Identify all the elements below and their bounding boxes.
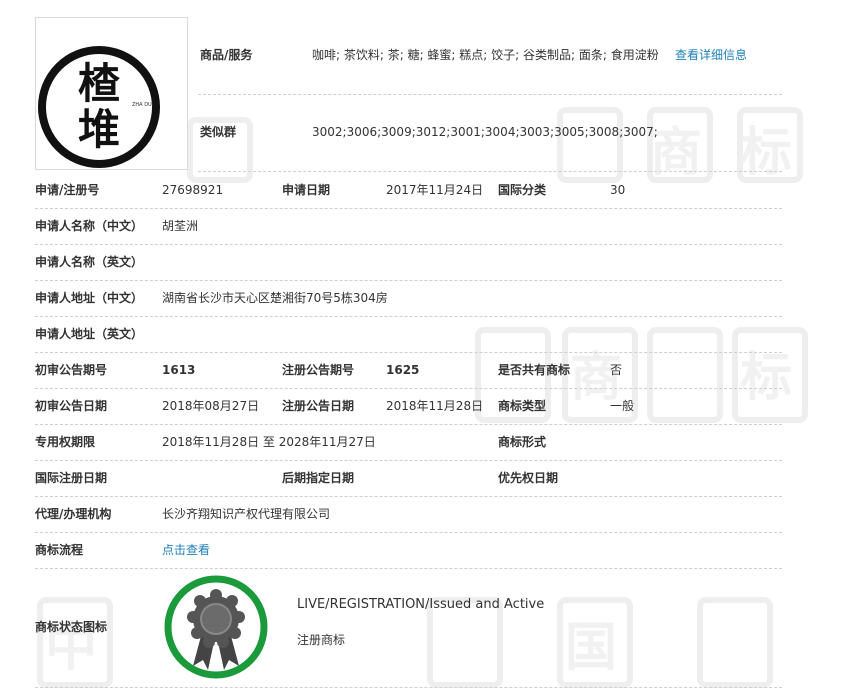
divider (35, 568, 782, 569)
intl-class-label: 国际分类 (498, 183, 547, 197)
divider (35, 352, 782, 353)
trademark-logo: 楂 堆 ZHA DUI (38, 46, 160, 168)
goods-label: 商品/服务 (200, 48, 253, 62)
reg-pub-no-value: 1625 (386, 363, 420, 377)
intl-reg-date-label: 国际注册日期 (35, 471, 108, 485)
shared-value: 否 (610, 363, 623, 377)
status-en-text: LIVE/REGISTRATION/Issued and Active (297, 597, 545, 612)
logo-char-2: 堆 (78, 105, 120, 154)
divider (198, 171, 782, 172)
prelim-no-value: 1613 (162, 363, 196, 377)
prelim-date-label: 初审公告日期 (35, 399, 108, 413)
intl-class-value: 30 (610, 183, 626, 197)
reg-pub-date-label: 注册公告日期 (282, 399, 355, 413)
applicant-cn-value: 胡荃洲 (162, 219, 199, 233)
process-label: 商标流程 (35, 543, 84, 557)
prelim-date-value: 2018年08月27日 (162, 399, 260, 413)
divider (35, 687, 782, 688)
logo-char-1: 楂 (78, 59, 120, 108)
tm-type-label: 商标类型 (498, 399, 547, 413)
address-cn-label: 申请人地址（中文） (35, 291, 144, 305)
tm-type-value: 一般 (610, 399, 635, 413)
view-details-link[interactable]: 查看详细信息 (675, 47, 747, 63)
divider (35, 316, 782, 317)
reg-pub-date-value: 2018年11月28日 (386, 399, 484, 413)
process-link[interactable]: 点击查看 (162, 542, 210, 558)
divider (35, 496, 782, 497)
tm-form-label: 商标形式 (498, 435, 547, 449)
registered-medal-icon (164, 575, 268, 679)
applicant-cn-label: 申请人名称（中文） (35, 219, 144, 233)
divider (35, 424, 782, 425)
reg-pub-no-label: 注册公告期号 (282, 363, 355, 377)
divider (35, 280, 782, 281)
reg-no-label: 申请/注册号 (35, 183, 100, 197)
status-cn-text: 注册商标 (297, 633, 346, 647)
trademark-image-box: 楂 堆 ZHA DUI (35, 17, 188, 170)
agent-value: 长沙齐翔知识产权代理有限公司 (162, 507, 331, 521)
similar-group-value: 3002;3006;3009;3012;3001;3004;3003;3005;… (312, 125, 658, 139)
status-icon-label: 商标状态图标 (35, 620, 108, 634)
apply-date-value: 2017年11月24日 (386, 183, 484, 197)
applicant-en-label: 申请人名称（英文） (35, 255, 144, 269)
svg-text:国: 国 (565, 618, 617, 678)
divider (35, 460, 782, 461)
reg-no-value: 27698921 (162, 183, 224, 197)
svg-text:标: 标 (740, 123, 792, 183)
divider (35, 532, 782, 533)
apply-date-label: 申请日期 (282, 183, 331, 197)
divider (35, 208, 782, 209)
svg-text:标: 标 (740, 348, 792, 408)
logo-pinyin: ZHA DUI (132, 102, 153, 108)
term-value: 2018年11月28日 至 2028年11月27日 (162, 435, 376, 449)
divider (35, 244, 782, 245)
term-label: 专用权期限 (35, 435, 96, 449)
similar-group-label: 类似群 (200, 125, 237, 139)
divider (198, 94, 782, 95)
agent-label: 代理/办理机构 (35, 507, 112, 521)
later-date-label: 后期指定日期 (282, 471, 355, 485)
shared-label: 是否共有商标 (498, 363, 571, 377)
address-cn-value: 湖南省长沙市天心区楚湘街70号5栋304房 (162, 291, 388, 305)
goods-value: 咖啡; 茶饮料; 茶; 糖; 蜂蜜; 糕点; 饺子; 谷类制品; 面条; 食用淀… (312, 48, 659, 62)
prelim-no-label: 初审公告期号 (35, 363, 108, 377)
divider (35, 388, 782, 389)
address-en-label: 申请人地址（英文） (35, 327, 144, 341)
priority-date-label: 优先权日期 (498, 471, 559, 485)
